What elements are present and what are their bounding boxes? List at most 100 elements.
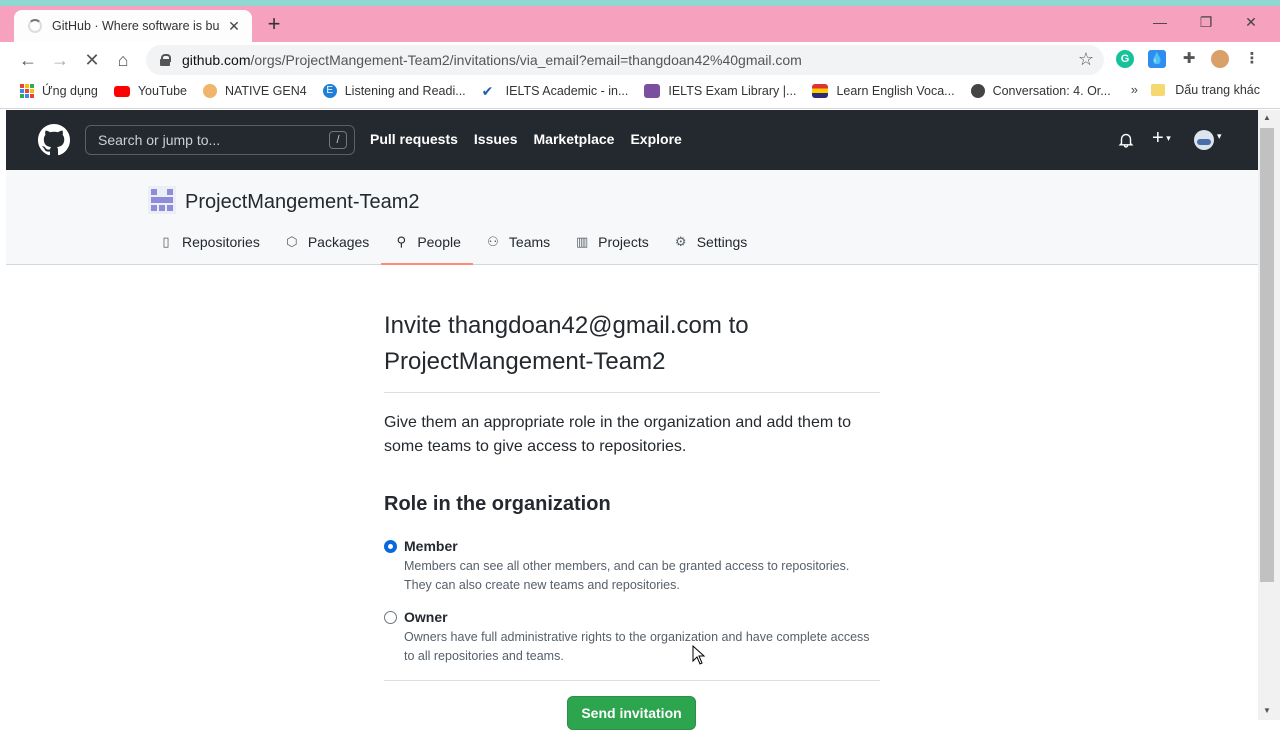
address-bar[interactable]: github.com/orgs/ProjectMangement-Team2/i… xyxy=(146,45,1104,75)
flag-icon xyxy=(812,84,829,98)
tab-bar: GitHub · Where software is built ✕ + — ❐… xyxy=(0,6,1280,42)
bookmark-apps[interactable]: Ứng dụng xyxy=(20,84,98,98)
create-new-plus-icon[interactable]: + ▾ xyxy=(1152,127,1171,150)
org-avatar[interactable] xyxy=(148,186,176,214)
address-toolbar: ← → ✕ ⌂ github.com/orgs/ProjectMangement… xyxy=(0,42,1280,78)
new-tab-button[interactable]: + xyxy=(262,13,286,35)
owner-radio[interactable] xyxy=(384,611,397,624)
send-invitation-button[interactable]: Send invitation xyxy=(567,696,696,730)
close-window-button[interactable]: ✕ xyxy=(1241,14,1261,31)
water-extension-icon[interactable]: 💧 xyxy=(1148,50,1166,68)
invite-description: Give them an appropriate role in the org… xyxy=(384,414,851,455)
native-gen4-icon xyxy=(202,84,217,98)
apps-grid-icon xyxy=(20,84,34,98)
project-icon: ▥ xyxy=(575,234,589,249)
ielts-library-icon xyxy=(644,84,661,98)
bookmark-label: Conversation: 4. Or... xyxy=(992,84,1111,98)
github-logo-icon[interactable] xyxy=(38,124,70,156)
more-bookmarks-chevron-icon[interactable]: » xyxy=(1131,82,1138,97)
role-description: Owners have full administrative rights t… xyxy=(404,630,870,663)
bookmark-youtube[interactable]: YouTube xyxy=(113,84,187,98)
bookmark-label: Learn English Voca... xyxy=(836,84,955,98)
people-icon: ⚇ xyxy=(487,234,499,249)
tab-projects[interactable]: ▥ Projects xyxy=(574,232,649,252)
nav-marketplace[interactable]: Marketplace xyxy=(534,131,615,147)
divider xyxy=(384,392,880,393)
tab-label: People xyxy=(417,234,461,250)
tab-label: Projects xyxy=(598,234,649,250)
invite-form: Invite thangdoan42@gmail.com to ProjectM… xyxy=(384,308,880,730)
user-avatar[interactable] xyxy=(1194,130,1214,150)
profile-avatar-icon[interactable] xyxy=(1211,50,1229,68)
bookmark-ielts-academic[interactable]: ✔ IELTS Academic - in... xyxy=(482,84,629,98)
tab-label: Repositories xyxy=(182,234,260,250)
github-header: Search or jump to... / Pull requests Iss… xyxy=(6,110,1258,170)
nav-explore[interactable]: Explore xyxy=(630,131,681,147)
tab-label: Teams xyxy=(508,234,551,250)
org-name[interactable]: ProjectMangement-Team2 xyxy=(185,191,420,214)
home-button[interactable]: ⌂ xyxy=(111,48,135,72)
org-tabs: ▯ Repositories ⬡ Packages ⚲ People ⚇ Tea… xyxy=(158,232,771,265)
bookmarks-bar: Ứng dụng YouTube NATIVE GEN4 E Listening… xyxy=(0,78,1280,104)
avatar-dropdown-icon[interactable]: ▾ xyxy=(1217,131,1222,142)
person-icon: ⚲ xyxy=(396,234,407,249)
chrome-menu-icon[interactable]: ⋮ xyxy=(1243,50,1261,68)
mouse-cursor-icon xyxy=(692,645,706,665)
global-nav: Pull requests Issues Marketplace Explore xyxy=(370,131,698,147)
bookmark-ielts-library[interactable]: IELTS Exam Library |... xyxy=(644,84,796,98)
forward-button[interactable]: → xyxy=(48,48,72,72)
org-header: ProjectMangement-Team2 ▯ Repositories ⬡ … xyxy=(6,170,1258,265)
bookmark-learn-english[interactable]: Learn English Voca... xyxy=(812,84,955,98)
browser-tab[interactable]: GitHub · Where software is built ✕ xyxy=(14,10,252,42)
role-option-member[interactable]: Member Members can see all other members… xyxy=(384,538,880,595)
bookmark-conversation[interactable]: Conversation: 4. Or... xyxy=(970,84,1111,98)
bookmark-label: Ứng dụng xyxy=(42,84,98,98)
bookmark-label: IELTS Academic - in... xyxy=(505,84,629,98)
bookmark-label: NATIVE GEN4 xyxy=(224,84,307,98)
member-radio[interactable] xyxy=(384,540,397,553)
gear-icon: ⚙ xyxy=(674,234,687,249)
package-icon: ⬡ xyxy=(286,234,298,249)
extensions-puzzle-icon[interactable]: ✚ xyxy=(1180,50,1198,68)
scrollbar-thumb[interactable] xyxy=(1260,128,1274,582)
other-bookmarks-label: Dấu trang khác xyxy=(1175,83,1260,97)
scroll-down-arrow-icon[interactable]: ▼ xyxy=(1263,706,1271,715)
tab-settings[interactable]: ⚙ Settings xyxy=(673,232,748,252)
globe-icon xyxy=(970,84,985,98)
notifications-bell-icon[interactable] xyxy=(1118,131,1134,149)
back-button[interactable]: ← xyxy=(16,48,40,72)
role-name[interactable]: Owner xyxy=(404,609,880,625)
role-option-owner[interactable]: Owner Owners have full administrative ri… xyxy=(384,609,880,666)
search-placeholder: Search or jump to... xyxy=(98,132,221,148)
tab-packages[interactable]: ⬡ Packages xyxy=(284,232,369,252)
lock-icon[interactable] xyxy=(160,54,171,66)
stop-loading-button[interactable]: ✕ xyxy=(80,48,104,72)
nav-pull-requests[interactable]: Pull requests xyxy=(370,131,458,147)
other-bookmarks-folder[interactable]: Dấu trang khác xyxy=(1151,83,1260,97)
tab-people[interactable]: ⚲ People xyxy=(381,232,473,265)
role-description: Members can see all other members, and c… xyxy=(404,559,850,592)
url-path: /orgs/ProjectMangement-Team2/invitations… xyxy=(250,52,802,68)
bookmark-star-icon[interactable]: ☆ xyxy=(1078,49,1094,70)
bookmark-native-gen4[interactable]: NATIVE GEN4 xyxy=(202,84,307,98)
search-input[interactable]: Search or jump to... / xyxy=(85,125,355,155)
tab-title: GitHub · Where software is built xyxy=(52,19,220,33)
tab-repositories[interactable]: ▯ Repositories xyxy=(158,232,260,252)
search-shortcut-key: / xyxy=(329,131,347,149)
youtube-icon xyxy=(113,85,130,97)
tab-close-icon[interactable]: ✕ xyxy=(226,18,242,35)
repo-icon: ▯ xyxy=(162,234,170,249)
scroll-up-arrow-icon[interactable]: ▲ xyxy=(1263,113,1271,122)
divider xyxy=(384,680,880,681)
restore-button[interactable]: ❐ xyxy=(1196,14,1216,31)
bookmark-listening[interactable]: E Listening and Readi... xyxy=(322,84,466,98)
tab-label: Settings xyxy=(696,234,748,250)
invite-title: Invite thangdoan42@gmail.com to ProjectM… xyxy=(384,312,749,375)
minimize-button[interactable]: — xyxy=(1150,14,1170,30)
grammarly-extension-icon[interactable]: G xyxy=(1116,50,1134,68)
tab-teams[interactable]: ⚇ Teams xyxy=(485,232,550,252)
nav-issues[interactable]: Issues xyxy=(474,131,518,147)
role-name[interactable]: Member xyxy=(404,538,880,554)
tab-label: Packages xyxy=(307,234,370,250)
folder-icon xyxy=(1151,84,1166,96)
